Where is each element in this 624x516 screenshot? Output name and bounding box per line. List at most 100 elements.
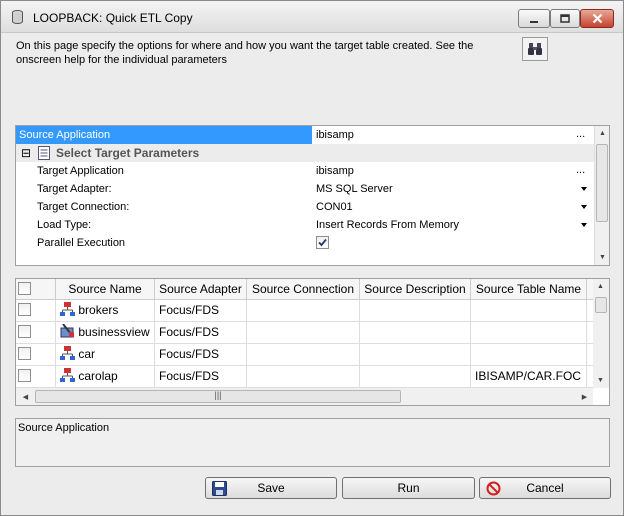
column-header-source-adapter[interactable]: Source Adapter: [155, 279, 247, 300]
grid-horizontal-scrollbar[interactable]: ◀ ||| ▶: [16, 388, 593, 405]
row-checkbox[interactable]: [18, 369, 31, 382]
column-header-source-table-name[interactable]: Source Table Name: [471, 279, 587, 300]
row-select-cell[interactable]: [16, 366, 56, 387]
find-button[interactable]: [522, 37, 548, 61]
property-row-target-connection[interactable]: Target Connection: CON01: [16, 198, 594, 216]
table-row[interactable]: businessview Focus/FDS: [16, 322, 594, 344]
checkmark-icon: [318, 238, 327, 247]
property-value[interactable]: ibisamp: [314, 126, 576, 144]
cell-source-table-name[interactable]: IBISAMP/CAR.FOC: [471, 366, 587, 387]
source-name: brokers: [78, 303, 119, 317]
close-icon: [592, 13, 602, 24]
dialog-window: LOOPBACK: Quick ETL Copy On this page sp…: [0, 0, 624, 516]
cell-source-connection[interactable]: [247, 322, 360, 343]
header-select-all[interactable]: [16, 279, 56, 300]
grid-header: Source Name Source Adapter Source Connec…: [16, 279, 594, 300]
page-icon: [38, 146, 50, 160]
cell-source-connection[interactable]: [247, 344, 360, 365]
column-header-source-description[interactable]: Source Description: [360, 279, 471, 300]
cell-source-adapter[interactable]: Focus/FDS: [155, 322, 247, 343]
business-view-icon: [60, 323, 74, 338]
source-tables-grid: Source Name Source Adapter Source Connec…: [15, 278, 610, 406]
cell-source-table-name[interactable]: [471, 300, 587, 321]
scroll-thumb[interactable]: [595, 297, 607, 313]
source-name: businessview: [78, 325, 150, 339]
row-select-cell[interactable]: [16, 300, 56, 321]
row-select-cell[interactable]: [16, 322, 56, 343]
dropdown-arrow-icon[interactable]: [578, 219, 590, 231]
property-label: Target Connection:: [37, 201, 130, 213]
title-bar[interactable]: LOOPBACK: Quick ETL Copy: [1, 1, 623, 33]
browse-button[interactable]: ...: [576, 162, 590, 180]
column-header-source-connection[interactable]: Source Connection: [247, 279, 360, 300]
maximize-icon: [560, 13, 570, 23]
table-row[interactable]: carolap Focus/FDS IBISAMP/CAR.FOC: [16, 366, 594, 388]
cell-source-description[interactable]: [360, 300, 471, 321]
browse-button[interactable]: ...: [576, 126, 590, 144]
window-title: LOOPBACK: Quick ETL Copy: [33, 11, 193, 25]
cell-source-name[interactable]: car: [56, 344, 155, 365]
property-value[interactable]: MS SQL Server: [314, 180, 576, 198]
dropdown-arrow-icon[interactable]: [578, 183, 590, 195]
table-row[interactable]: car Focus/FDS: [16, 344, 594, 366]
cell-source-name[interactable]: brokers: [56, 300, 155, 321]
scroll-up-icon[interactable]: ▲: [593, 279, 608, 294]
cell-source-name[interactable]: carolap: [56, 366, 155, 387]
property-row-parallel-execution[interactable]: Parallel Execution: [16, 234, 594, 252]
minimize-icon: [530, 20, 538, 23]
save-button[interactable]: Save: [205, 477, 337, 499]
row-select-cell[interactable]: [16, 344, 56, 365]
cell-source-connection[interactable]: [247, 300, 360, 321]
cell-source-adapter[interactable]: Focus/FDS: [155, 300, 247, 321]
run-button[interactable]: Run: [342, 477, 475, 499]
property-value[interactable]: Insert Records From Memory: [314, 216, 576, 234]
row-checkbox[interactable]: [18, 303, 31, 316]
maximize-button[interactable]: [550, 9, 580, 28]
properties-scrollbar[interactable]: ▲ ▼: [594, 126, 609, 265]
cancel-button[interactable]: Cancel: [479, 477, 611, 499]
scroll-left-icon[interactable]: ◀: [18, 389, 33, 404]
cell-source-table-name[interactable]: [471, 344, 587, 365]
property-label: Source Application: [16, 126, 312, 144]
collapse-toggle[interactable]: ⊟: [21, 146, 31, 160]
cell-source-adapter[interactable]: Focus/FDS: [155, 366, 247, 387]
table-row[interactable]: brokers Focus/FDS: [16, 300, 594, 322]
scroll-up-icon[interactable]: ▲: [595, 126, 609, 141]
page-description: On this page specify the options for whe…: [16, 40, 474, 66]
close-button[interactable]: [580, 9, 614, 28]
grid-vertical-scrollbar[interactable]: ▲ ▼: [593, 279, 609, 388]
property-value[interactable]: ibisamp: [314, 162, 576, 180]
cell-source-connection[interactable]: [247, 366, 360, 387]
section-header[interactable]: ⊟ Select Target Parameters: [16, 144, 594, 162]
cell-source-description[interactable]: [360, 366, 471, 387]
property-row-load-type[interactable]: Load Type: Insert Records From Memory: [16, 216, 594, 234]
property-label: Parallel Execution: [37, 237, 126, 249]
cell-source-table-name[interactable]: [471, 322, 587, 343]
row-checkbox[interactable]: [18, 325, 31, 338]
minimize-button[interactable]: [518, 9, 550, 28]
cell-source-adapter[interactable]: Focus/FDS: [155, 344, 247, 365]
scroll-down-icon[interactable]: ▼: [595, 250, 609, 265]
property-row-target-application[interactable]: Target Application ibisamp ...: [16, 162, 594, 180]
help-panel: Source Application: [15, 418, 610, 467]
run-label: Run: [397, 481, 420, 495]
cell-source-description[interactable]: [360, 322, 471, 343]
cell-source-description[interactable]: [360, 344, 471, 365]
parallel-execution-checkbox[interactable]: [316, 236, 329, 249]
property-label: Load Type:: [37, 219, 92, 231]
scroll-thumb[interactable]: |||: [35, 390, 401, 403]
select-all-checkbox[interactable]: [18, 282, 31, 295]
scroll-right-icon[interactable]: ▶: [577, 389, 592, 404]
scroll-thumb[interactable]: [596, 144, 608, 222]
synonym-icon: [60, 346, 75, 360]
property-row-target-adapter[interactable]: Target Adapter: MS SQL Server: [16, 180, 594, 198]
row-checkbox[interactable]: [18, 347, 31, 360]
source-name: carolap: [78, 369, 118, 383]
column-header-source-name[interactable]: Source Name: [56, 279, 155, 300]
cancel-icon: [486, 481, 501, 496]
cell-source-name[interactable]: businessview: [56, 322, 155, 343]
dropdown-arrow-icon[interactable]: [578, 201, 590, 213]
property-row-source-application[interactable]: Source Application ibisamp ...: [16, 126, 594, 144]
scroll-down-icon[interactable]: ▼: [593, 373, 608, 388]
property-value[interactable]: CON01: [314, 198, 576, 216]
